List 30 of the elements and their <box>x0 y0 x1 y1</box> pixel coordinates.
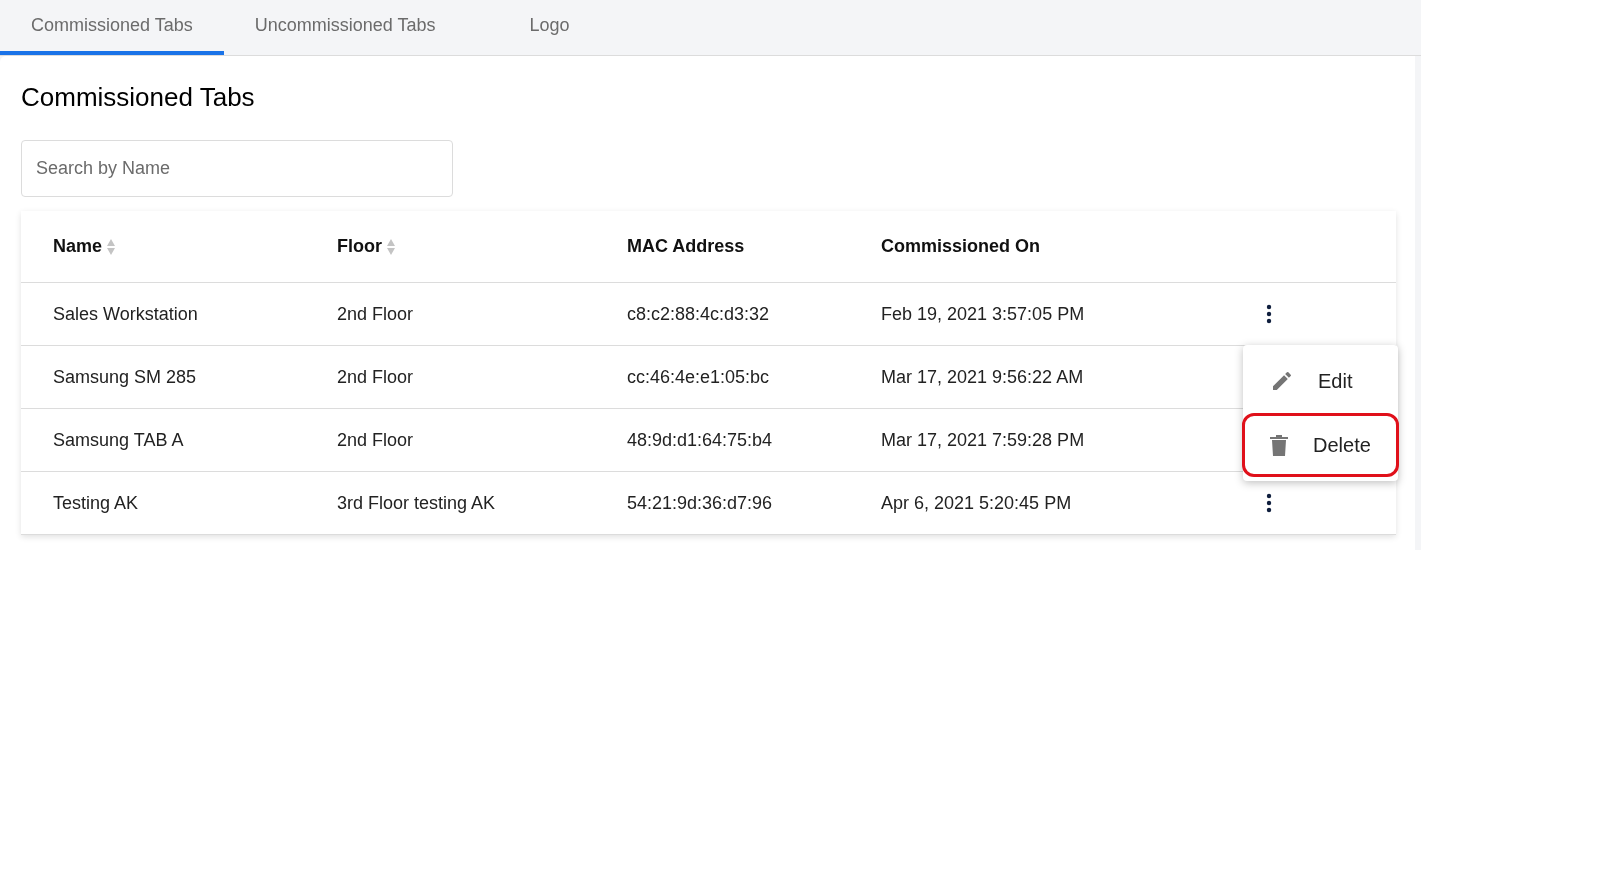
trash-icon <box>1269 433 1289 457</box>
more-options-icon[interactable] <box>1266 304 1272 324</box>
column-header[interactable]: Name <box>53 233 103 260</box>
pencil-icon <box>1270 369 1294 393</box>
table-cell: 48:9d:d1:64:75:b4 <box>627 429 773 450</box>
page-title: Commissioned Tabs <box>21 84 256 110</box>
table-cell: Samsung TAB A <box>53 429 184 450</box>
table-cell: Sales Workstation <box>53 303 198 324</box>
menu-item[interactable]: Delete <box>1242 413 1399 477</box>
table-cell: Samsung SM 285 <box>53 366 197 387</box>
table-cell: 2nd Floor <box>337 429 414 450</box>
more-options-icon[interactable] <box>1266 493 1272 513</box>
table-cell: Feb 19, 2021 3:57:05 PM <box>881 303 1085 324</box>
tab[interactable]: Uncommissioned Tabs <box>223 0 467 55</box>
tab[interactable]: Logo <box>498 0 601 55</box>
search-field[interactable]: Search by Name <box>21 140 453 197</box>
column-header: Commissioned On <box>881 235 1041 258</box>
table-cell: 2nd Floor <box>337 366 414 387</box>
table-cell: Testing AK <box>53 492 139 513</box>
table-cell: c8:c2:88:4c:d3:32 <box>627 303 770 324</box>
table-cell: Mar 17, 2021 9:56:22 AM <box>881 366 1084 387</box>
table-cell: 54:21:9d:36:d7:96 <box>627 492 773 513</box>
table-cell: Mar 17, 2021 7:59:28 PM <box>881 429 1085 450</box>
table-cell: 3rd Floor testing AK <box>337 492 496 513</box>
table-cell: Apr 6, 2021 5:20:45 PM <box>881 492 1072 513</box>
table-cell: 2nd Floor <box>337 303 414 324</box>
table-cell: cc:46:4e:e1:05:bc <box>627 366 770 387</box>
column-header[interactable]: Floor <box>337 233 382 260</box>
column-header: MAC Address <box>627 235 745 258</box>
menu-item[interactable]: Edit <box>1243 349 1398 413</box>
